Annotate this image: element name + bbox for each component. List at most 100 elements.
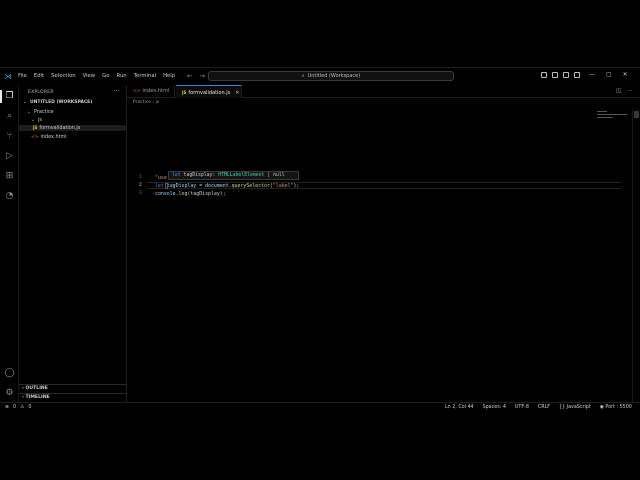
scrollbar-thumb[interactable] xyxy=(634,111,639,118)
breadcrumb-js[interactable]: js xyxy=(156,100,160,105)
tooltip-keyword: let xyxy=(172,173,181,178)
workspace-row[interactable]: ⌄ UNTITLED (WORKSPACE) xyxy=(23,100,92,105)
code-object: document xyxy=(205,183,229,189)
forward-arrow-icon[interactable]: → xyxy=(199,72,204,80)
encoding[interactable]: UTF-8 xyxy=(515,405,529,410)
editor-area: <> index.html JS formvalidation.js ✕ ◫ ··· … xyxy=(127,85,640,402)
editor-more-icon[interactable]: ··· xyxy=(627,88,632,94)
status-bar: ⊗ 0 ⚠ 0 Ln 2, Col 44 Spaces: 4 UTF-8 CRLF … xyxy=(0,402,640,412)
live-server-port[interactable]: ◉ Port : 5500 xyxy=(600,405,632,410)
search-view-icon[interactable]: ⌕ xyxy=(4,111,15,122)
line-number: 2 xyxy=(139,183,142,188)
maximize-icon[interactable]: ▢ xyxy=(606,71,612,78)
code-string: "label" xyxy=(272,183,294,189)
file-index-label: index.html xyxy=(40,134,67,140)
braces-icon: {} xyxy=(559,405,566,410)
command-center[interactable]: ⌕ Untitled (Workspace) xyxy=(208,71,454,81)
status-right: Ln 2, Col 44 Spaces: 4 UTF-8 CRLF {} Jav… xyxy=(445,405,640,410)
file-formvalidation-js[interactable]: JS formvalidation.js xyxy=(19,125,126,131)
tab-index-label: index.html xyxy=(142,88,170,94)
toggle-secondary-sidebar-icon[interactable] xyxy=(563,72,569,78)
code-line-2[interactable]: let tagDisplay = document.querySelector(… xyxy=(155,183,299,189)
menu-view[interactable]: View xyxy=(83,73,96,79)
minimize-icon[interactable]: — xyxy=(589,71,595,78)
editor-actions: ◫ ··· xyxy=(616,88,632,94)
back-arrow-icon[interactable]: ← xyxy=(187,72,192,80)
text-cursor xyxy=(165,183,168,189)
editor-scrollbar[interactable] xyxy=(632,109,640,402)
folder-practice[interactable]: ⌄ Practice xyxy=(27,109,54,115)
settings-gear-icon[interactable]: ⚙ xyxy=(4,388,15,399)
remote-explorer-icon[interactable]: ◔ xyxy=(4,191,15,202)
breadcrumb-folder[interactable]: Practice xyxy=(133,100,151,105)
code-function: querySelector xyxy=(231,183,270,189)
menu-edit[interactable]: Edit xyxy=(34,73,44,79)
breadcrumb: Practice › js xyxy=(133,100,159,105)
port-label: Port : 5500 xyxy=(605,405,632,410)
vscode-logo-icon: ⋊ xyxy=(4,72,12,81)
js-file-icon: JS xyxy=(33,125,38,130)
code-paren: ); xyxy=(293,183,300,189)
chevron-down-icon: ⌄ xyxy=(23,100,27,105)
folder-js[interactable]: ⌄ js xyxy=(31,117,42,123)
hover-tooltip: let tagDisplay: HTMLLabelElement | null xyxy=(168,171,299,180)
tab-index-html[interactable]: <> index.html xyxy=(127,85,175,98)
timeline-section[interactable]: › TIMELINE xyxy=(19,393,127,402)
file-formvalidation-label: formvalidation.js xyxy=(39,125,81,131)
error-count: 0 xyxy=(13,405,17,410)
code-line-3[interactable]: console.log(tagDisplay); xyxy=(155,191,226,197)
source-control-icon[interactable]: ⑂ xyxy=(4,131,15,142)
indentation[interactable]: Spaces: 4 xyxy=(483,405,506,410)
menu-help[interactable]: Help xyxy=(163,73,175,79)
language-label: JavaScript xyxy=(566,405,591,410)
tooltip-name: tagDisplay: xyxy=(180,173,219,178)
html-file-icon: <> xyxy=(31,135,39,140)
workspace-label: UNTITLED (WORKSPACE) xyxy=(30,100,93,105)
tab-formvalidation-js[interactable]: JS formvalidation.js ✕ xyxy=(176,85,242,98)
problems-indicator[interactable]: ⊗ 0 ⚠ 0 xyxy=(5,405,31,410)
outline-label: OUTLINE xyxy=(25,386,48,391)
close-window-icon[interactable]: ✕ xyxy=(623,71,628,78)
run-debug-icon[interactable]: ▷ xyxy=(4,151,15,162)
line-number: 1 xyxy=(139,175,142,180)
broadcast-icon: ◉ xyxy=(599,405,604,410)
layout-controls xyxy=(541,72,580,78)
menu-file[interactable]: File xyxy=(18,73,27,79)
code-keyword: let xyxy=(155,183,164,189)
end-of-line[interactable]: CRLF xyxy=(538,405,550,410)
line-number: 3 xyxy=(139,191,142,196)
split-editor-icon[interactable]: ◫ xyxy=(616,88,621,94)
toggle-panel-icon[interactable] xyxy=(552,72,558,78)
warning-count: 0 xyxy=(28,405,32,410)
code-line-1[interactable]: "use xyxy=(155,175,167,181)
menu-run[interactable]: Run xyxy=(117,73,127,79)
menu-terminal[interactable]: Terminal xyxy=(134,73,156,79)
customize-layout-icon[interactable] xyxy=(574,72,580,78)
code-args: (tagDisplay); xyxy=(187,191,226,197)
language-mode[interactable]: {} JavaScript xyxy=(559,405,591,410)
folder-js-label: js xyxy=(38,117,42,123)
command-center-label: Untitled (Workspace) xyxy=(307,73,361,79)
explorer-icon[interactable]: ❐ xyxy=(4,91,15,102)
timeline-label: TIMELINE xyxy=(25,395,50,400)
chevron-right-icon: › xyxy=(22,386,24,391)
outline-section[interactable]: › OUTLINE xyxy=(19,384,127,393)
toggle-primary-sidebar-icon[interactable] xyxy=(541,72,547,78)
menu-bar: File Edit Selection View Go Run Terminal… xyxy=(18,73,175,79)
tab-formvalidation-label: formvalidation.js xyxy=(188,90,231,96)
code-variable: tagDisplay xyxy=(166,183,197,189)
menu-selection[interactable]: Selection xyxy=(51,73,75,79)
accounts-icon[interactable]: ◯ xyxy=(4,368,15,379)
close-tab-icon[interactable]: ✕ xyxy=(235,90,239,96)
code-token: "use xyxy=(155,175,167,181)
extensions-icon[interactable]: ⊞ xyxy=(4,171,15,182)
folder-practice-label: Practice xyxy=(34,109,54,115)
warning-icon: ⚠ xyxy=(20,405,25,410)
file-index-html[interactable]: <> index.html xyxy=(31,134,67,140)
cursor-position[interactable]: Ln 2, Col 44 xyxy=(445,405,474,410)
menu-go[interactable]: Go xyxy=(102,73,109,79)
more-actions-icon[interactable]: ··· xyxy=(113,87,120,95)
explorer-sidebar: EXPLORER ··· ⌄ UNTITLED (WORKSPACE) ⌄ Prac… xyxy=(19,85,127,402)
chevron-down-icon: ⌄ xyxy=(31,117,36,123)
minimap[interactable] xyxy=(597,109,629,119)
